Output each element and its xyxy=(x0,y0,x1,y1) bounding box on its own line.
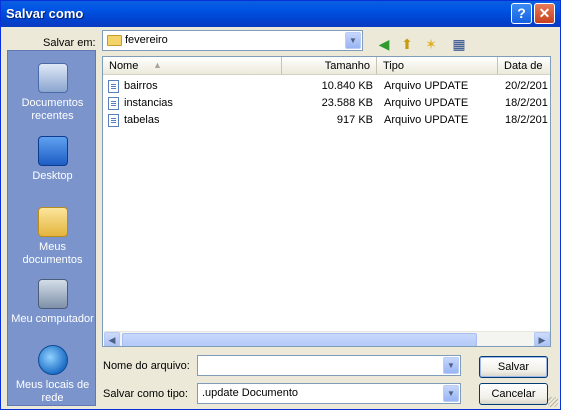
close-icon[interactable]: ✕ xyxy=(534,3,555,24)
folder-icon xyxy=(107,35,122,46)
resize-grip[interactable] xyxy=(548,397,558,407)
file-row[interactable]: instancias 23.588 KB Arquivo UPDATE 18/2… xyxy=(103,95,550,112)
place-my-computer[interactable]: Meu computador xyxy=(8,279,97,326)
column-header-size[interactable]: Tamanho xyxy=(282,57,377,75)
column-size-label: Tamanho xyxy=(324,60,370,72)
file-icon xyxy=(108,97,119,110)
place-label: Meus locais de rede xyxy=(15,379,90,404)
file-size: 917 KB xyxy=(336,114,373,126)
cancel-button[interactable]: Cancelar xyxy=(479,383,548,405)
file-type: Arquivo UPDATE xyxy=(384,114,469,126)
place-desktop[interactable]: Desktop xyxy=(8,136,97,183)
file-list[interactable]: Nome ▲ Tamanho Tipo Data de bairros 10.8… xyxy=(102,56,551,347)
file-icon xyxy=(108,114,119,127)
my-documents-icon xyxy=(37,207,68,237)
file-name: bairros xyxy=(124,80,158,92)
places-bar: Documentos recentes Desktop Meus documen… xyxy=(7,50,96,406)
save-as-dialog: Salvar como ? ✕ Salvar em: fevereiro ▼ ◀… xyxy=(0,0,561,410)
horizontal-scrollbar[interactable]: ◀ ▶ xyxy=(104,331,550,346)
back-icon[interactable]: ◀ xyxy=(375,35,393,53)
filetype-value: .update Documento xyxy=(202,387,299,399)
file-type: Arquivo UPDATE xyxy=(384,80,469,92)
file-size: 23.588 KB xyxy=(321,97,373,109)
recent-documents-icon xyxy=(37,63,68,93)
save-button[interactable]: Salvar xyxy=(479,356,548,378)
column-type-label: Tipo xyxy=(383,60,404,72)
chevron-down-icon[interactable]: ▼ xyxy=(443,385,459,402)
file-name: instancias xyxy=(124,97,173,109)
file-row[interactable]: bairros 10.840 KB Arquivo UPDATE 20/2/20… xyxy=(103,78,550,95)
up-folder-icon[interactable]: ⬆ xyxy=(398,35,416,53)
file-type: Arquivo UPDATE xyxy=(384,97,469,109)
file-row[interactable]: tabelas 917 KB Arquivo UPDATE 18/2/201 xyxy=(103,112,550,129)
place-network[interactable]: Meus locais de rede xyxy=(8,345,97,405)
file-icon xyxy=(108,80,119,93)
chevron-down-icon[interactable]: ▼ xyxy=(345,32,361,49)
file-date: 18/2/201 xyxy=(505,97,548,109)
place-recent-documents[interactable]: Documentos recentes xyxy=(8,63,97,123)
filetype-label: Salvar como tipo: xyxy=(103,388,188,400)
current-folder: fevereiro xyxy=(125,34,168,46)
new-folder-icon[interactable]: ✶ xyxy=(422,35,440,53)
save-in-dropdown[interactable]: fevereiro ▼ xyxy=(102,30,363,51)
views-menu-icon[interactable]: ▦ xyxy=(447,35,471,53)
help-icon[interactable]: ? xyxy=(511,3,532,24)
window-title: Salvar como xyxy=(6,6,84,21)
desktop-icon xyxy=(37,136,68,166)
file-date: 18/2/201 xyxy=(505,114,548,126)
place-my-documents[interactable]: Meus documentos xyxy=(8,207,97,267)
column-header-type[interactable]: Tipo xyxy=(377,57,498,75)
save-in-label: Salvar em: xyxy=(43,37,96,49)
file-date: 20/2/201 xyxy=(505,80,548,92)
sort-arrow-icon: ▲ xyxy=(153,60,162,70)
my-computer-icon xyxy=(37,279,68,309)
scroll-left-icon[interactable]: ◀ xyxy=(104,332,120,346)
place-label: Meu computador xyxy=(11,313,94,325)
place-label: Meus documentos xyxy=(22,241,83,266)
column-date-label: Data de xyxy=(504,60,543,72)
scroll-right-icon[interactable]: ▶ xyxy=(534,332,550,346)
file-size: 10.840 KB xyxy=(321,80,373,92)
place-label: Documentos recentes xyxy=(21,97,84,122)
filename-input[interactable]: ▼ xyxy=(197,355,461,376)
network-places-icon xyxy=(37,345,68,375)
column-header-name[interactable]: Nome ▲ xyxy=(103,57,282,75)
title-bar[interactable]: Salvar como ? ✕ xyxy=(1,1,560,27)
place-label: Desktop xyxy=(32,170,73,182)
filetype-dropdown[interactable]: .update Documento ▼ xyxy=(197,383,461,404)
column-header-date[interactable]: Data de xyxy=(498,57,550,75)
scroll-thumb[interactable] xyxy=(122,333,477,346)
column-name-label: Nome xyxy=(109,60,139,72)
file-name: tabelas xyxy=(124,114,160,126)
filename-label: Nome do arquivo: xyxy=(103,360,190,372)
chevron-down-icon[interactable]: ▼ xyxy=(443,357,459,374)
